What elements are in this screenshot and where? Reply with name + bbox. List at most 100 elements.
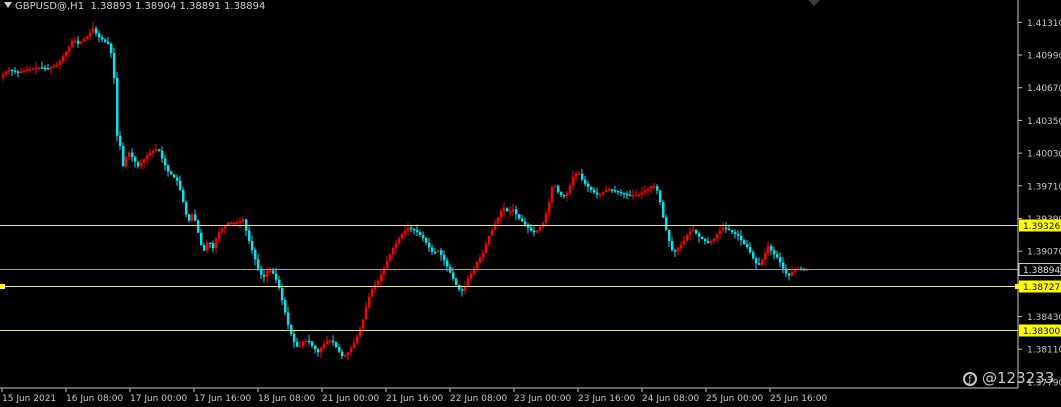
bear-candle: [134, 157, 137, 162]
bear-candle: [104, 39, 107, 42]
bear-candle: [428, 242, 431, 248]
bear-candle: [194, 214, 197, 221]
bear-candle: [434, 251, 437, 254]
bear-candle: [98, 33, 101, 38]
bull-candle: [644, 190, 647, 193]
bear-candle: [416, 230, 419, 233]
bull-candle: [536, 230, 539, 233]
bear-candle: [272, 270, 275, 274]
bear-candle: [284, 300, 287, 313]
level-handle-left-icon[interactable]: [0, 284, 5, 289]
price-chart[interactable]: 1.41310 1.40990 1.40670 1.40350 1.40030 1.397…: [0, 0, 1061, 407]
bull-candle: [92, 28, 95, 33]
bear-candle: [47, 68, 50, 70]
bear-candle: [314, 345, 317, 350]
bear-candle: [317, 349, 320, 353]
bull-candle: [500, 211, 503, 218]
bear-candle: [701, 236, 704, 240]
bull-candle: [128, 152, 131, 158]
bull-candle: [365, 307, 368, 320]
bear-candle: [728, 228, 731, 231]
bull-candle: [125, 157, 128, 167]
bull-candle: [152, 151, 155, 153]
bear-candle: [14, 70, 17, 73]
bear-candle: [419, 232, 422, 235]
bear-candle: [518, 214, 521, 219]
bull-candle: [632, 194, 635, 197]
bear-candle: [674, 250, 677, 252]
bull-candle: [638, 194, 641, 196]
bull-candle: [794, 269, 797, 272]
price-tick-label: 1.41310: [1027, 19, 1061, 29]
time-tick-label: 15 Jun 2021: [2, 394, 56, 404]
time-tick-label: 18 Jun 08:00: [258, 394, 315, 404]
bull-candle: [479, 257, 482, 263]
bull-candle: [512, 209, 515, 212]
bull-candle: [302, 342, 305, 346]
bear-candle: [656, 186, 659, 191]
bull-candle: [74, 40, 77, 43]
time-tick-label: 23 Jun 00:00: [514, 394, 571, 404]
time-tick-label: 17 Jun 00:00: [130, 394, 187, 404]
bear-candle: [167, 165, 170, 172]
bull-candle: [323, 344, 326, 349]
bull-candle: [767, 246, 770, 254]
price-tick-label: 1.38430: [1027, 313, 1061, 323]
bear-candle: [626, 193, 629, 196]
bull-candle: [20, 71, 23, 73]
bear-candle: [335, 342, 338, 347]
bull-candle: [482, 253, 485, 258]
bull-candle: [677, 248, 680, 252]
bear-candle: [422, 234, 425, 238]
bull-candle: [59, 60, 62, 65]
time-tick-label: 16 Jun 08:00: [66, 394, 123, 404]
bull-candle: [497, 217, 500, 224]
bull-candle: [395, 243, 398, 249]
watermark-text: @123233: [982, 369, 1055, 387]
bear-candle: [173, 174, 176, 178]
bull-candle: [575, 173, 578, 177]
bear-candle: [455, 278, 458, 285]
bear-candle: [203, 245, 206, 251]
bull-candle: [635, 194, 638, 197]
bull-candle: [566, 192, 569, 197]
bear-candle: [458, 284, 461, 290]
bull-candle: [353, 343, 356, 349]
bear-candle: [188, 214, 191, 221]
time-tick-label: 23 Jun 16:00: [578, 394, 635, 404]
bull-candle: [491, 229, 494, 236]
bear-candle: [95, 28, 98, 34]
price-tick-label: 1.40990: [1027, 52, 1061, 62]
chart-background: [0, 0, 1061, 407]
bull-candle: [716, 234, 719, 239]
bear-candle: [725, 227, 728, 230]
bear-candle: [620, 191, 623, 194]
bull-candle: [407, 227, 410, 231]
bull-candle: [398, 238, 401, 244]
level-price-label: 1.39326: [1023, 222, 1060, 232]
symbol-label: GBPUSD@,H1: [15, 1, 85, 12]
bear-candle: [671, 240, 674, 251]
bear-candle: [296, 341, 299, 347]
symbol-dropdown-icon[interactable]: [4, 2, 12, 8]
bull-candle: [146, 155, 149, 160]
bear-candle: [581, 173, 584, 180]
bear-candle: [431, 247, 434, 252]
bull-candle: [356, 336, 359, 344]
bear-candle: [158, 149, 161, 151]
bull-candle: [149, 152, 152, 156]
bull-candle: [503, 208, 506, 212]
bull-candle: [371, 289, 374, 297]
bear-candle: [524, 221, 527, 225]
bear-candle: [530, 227, 533, 231]
bull-candle: [392, 248, 395, 255]
bear-candle: [752, 252, 755, 259]
bear-candle: [662, 202, 665, 218]
bear-candle: [746, 244, 749, 248]
bear-candle: [665, 217, 668, 230]
bear-candle: [617, 191, 620, 193]
bear-candle: [131, 152, 134, 158]
bull-candle: [155, 149, 158, 152]
time-tick-label: 21 Jun 00:00: [322, 394, 379, 404]
bear-candle: [338, 346, 341, 352]
